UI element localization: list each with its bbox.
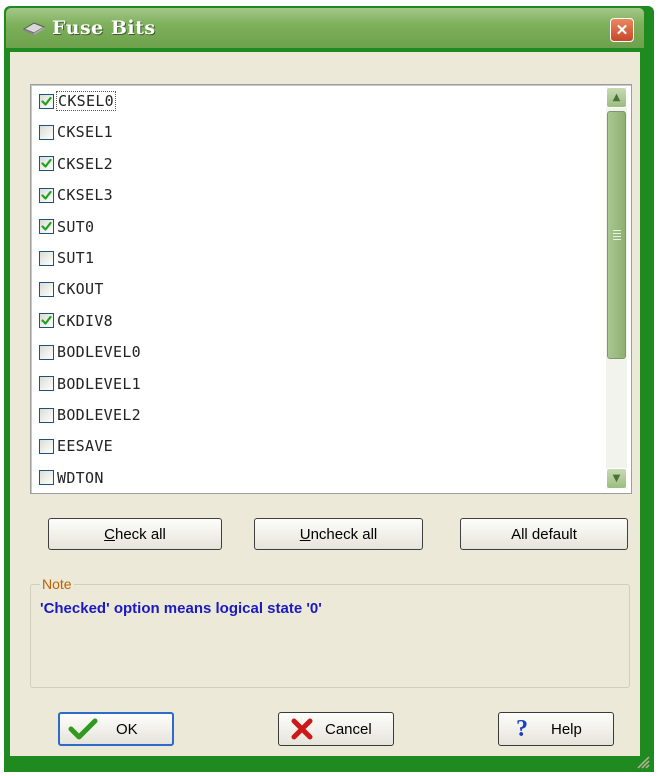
unchecked-checkbox[interactable] <box>39 344 54 360</box>
fuse-item-label: CKOUT <box>57 280 104 299</box>
fuse-item-label: CKDIV8 <box>57 311 113 330</box>
fuse-item[interactable]: CKDIV8 <box>39 307 113 335</box>
unchecked-checkbox[interactable] <box>39 250 54 266</box>
fuse-item[interactable]: SUT0 <box>39 213 94 241</box>
checked-checkbox[interactable] <box>39 156 54 172</box>
red-x-icon <box>287 717 317 741</box>
fuse-item[interactable]: BODLEVEL1 <box>39 370 141 398</box>
fuse-item-label: CKSEL2 <box>57 154 113 173</box>
fuse-item-label: EESAVE <box>57 437 113 456</box>
title-bar[interactable]: Fuse Bits ✕ <box>6 8 644 48</box>
unchecked-checkbox[interactable] <box>39 470 54 486</box>
chip-icon <box>22 20 46 36</box>
ok-label: OK <box>116 720 138 738</box>
scrollbar-thumb[interactable] <box>607 111 626 359</box>
fuse-item[interactable]: BODLEVEL2 <box>39 401 141 429</box>
vertical-scrollbar[interactable]: ▲ ▼ <box>606 87 627 489</box>
checked-checkbox[interactable] <box>39 219 54 235</box>
note-legend: Note <box>40 576 74 592</box>
fuse-item[interactable]: CKSEL2 <box>39 150 113 178</box>
fuse-item[interactable]: EESAVE <box>39 432 113 460</box>
unchecked-checkbox[interactable] <box>39 438 54 454</box>
scroll-up-arrow-icon[interactable]: ▲ <box>606 87 627 108</box>
fuse-item[interactable]: CKSEL1 <box>39 118 113 146</box>
fuse-item-label: BODLEVEL0 <box>57 343 141 362</box>
note-text: 'Checked' option means logical state '0' <box>40 600 322 617</box>
help-label: Help <box>551 720 582 738</box>
fuse-item-label: BODLEVEL2 <box>57 406 141 424</box>
fuse-item-label: SUT1 <box>57 249 95 267</box>
fuse-item-label: CKSEL0 <box>56 91 116 111</box>
fuse-item[interactable]: SUT1 <box>39 244 94 272</box>
fuse-bits-list[interactable]: CKSEL0 CKSEL1 CKSEL2 CKSEL3 SUT0 SUT1 CKOUT CKD… <box>30 84 632 494</box>
unchecked-checkbox[interactable] <box>39 124 54 140</box>
unchecked-checkbox[interactable] <box>39 376 54 392</box>
unchecked-checkbox[interactable] <box>39 281 54 297</box>
ok-button[interactable]: OK <box>58 712 174 746</box>
close-icon[interactable]: ✕ <box>610 18 634 42</box>
all-default-button[interactable]: All default <box>460 518 628 550</box>
cancel-button[interactable]: Cancel <box>278 712 394 746</box>
fuse-item-label: BODLEVEL1 <box>57 374 141 393</box>
fuse-item[interactable]: WDTON <box>39 464 104 492</box>
fuse-item-label: SUT0 <box>57 217 95 236</box>
window-title: Fuse Bits <box>52 17 156 39</box>
uncheck-all-button[interactable]: Uncheck all <box>254 518 423 550</box>
cancel-label: Cancel <box>325 720 372 738</box>
fuse-item-label: CKSEL3 <box>57 186 113 205</box>
fuse-item[interactable]: CKOUT <box>39 275 104 303</box>
question-mark-icon: ? <box>516 715 528 742</box>
fuse-item[interactable]: CKSEL0 <box>39 87 116 115</box>
unchecked-checkbox[interactable] <box>39 407 54 423</box>
fuse-item[interactable]: BODLEVEL0 <box>39 338 141 366</box>
checked-checkbox[interactable] <box>39 187 54 203</box>
checked-checkbox[interactable] <box>39 313 54 329</box>
help-button[interactable]: ? Help <box>498 712 614 746</box>
fuse-item-label: CKSEL1 <box>57 123 113 142</box>
fuse-item-label: WDTON <box>57 468 104 487</box>
check-all-button[interactable]: Check all <box>48 518 222 550</box>
resize-grip-icon[interactable] <box>636 754 650 769</box>
checked-checkbox[interactable] <box>39 93 54 109</box>
grip-icon <box>613 230 621 242</box>
scroll-down-arrow-icon[interactable]: ▼ <box>606 468 627 489</box>
fuse-item[interactable]: CKSEL3 <box>39 181 113 209</box>
checkmark-icon <box>68 717 98 741</box>
